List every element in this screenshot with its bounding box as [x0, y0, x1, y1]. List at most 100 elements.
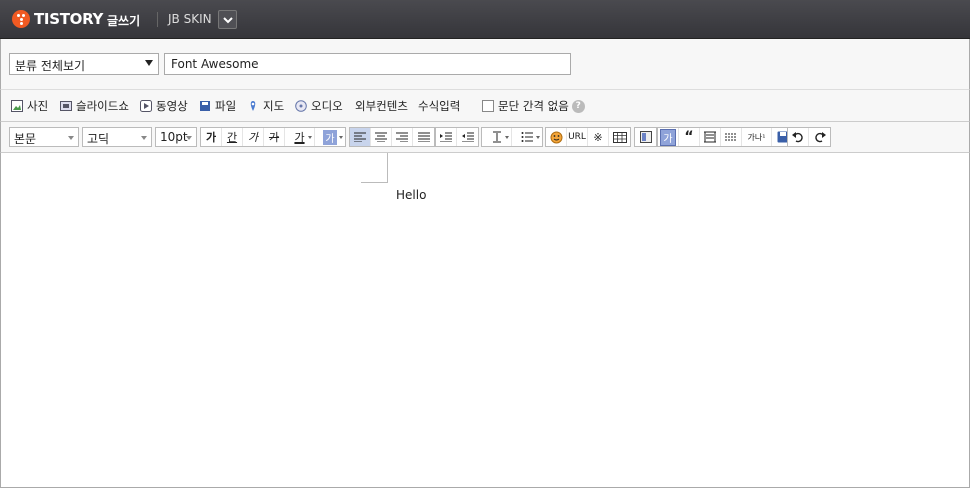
- align-justify-button[interactable]: [413, 128, 434, 146]
- font-color-glyph: 가: [294, 131, 305, 144]
- attach-file-button[interactable]: 파일: [199, 99, 236, 113]
- no-paragraph-spacing-option[interactable]: 문단 간격 없음 ?: [482, 99, 585, 113]
- title-input[interactable]: Font Awesome: [164, 53, 571, 75]
- dropdown-arrow-icon: [308, 136, 312, 139]
- list-button[interactable]: [512, 128, 542, 146]
- undo-button[interactable]: [788, 128, 809, 146]
- help-icon[interactable]: ?: [571, 99, 585, 113]
- align-right-button[interactable]: [392, 128, 413, 146]
- align-center-icon: [375, 132, 387, 142]
- outdent-icon: [461, 132, 474, 142]
- strikethrough-button[interactable]: 가: [264, 128, 285, 146]
- horizontal-rule-icon: [725, 133, 737, 141]
- attach-photo-button[interactable]: 사진: [11, 99, 48, 113]
- photo-icon: [11, 100, 23, 112]
- table-button[interactable]: [609, 128, 630, 146]
- attach-audio-button[interactable]: 오디오: [295, 99, 343, 113]
- chevron-down-icon: [223, 17, 233, 24]
- indent-icon: [440, 132, 452, 142]
- dropdown-arrow-icon: [145, 60, 153, 66]
- no-paragraph-spacing-label: 문단 간격 없음: [498, 99, 569, 113]
- align-justify-icon: [417, 132, 430, 142]
- outdent-button[interactable]: [457, 128, 478, 146]
- undo-icon: [792, 132, 803, 143]
- dropdown-arrow-icon: [536, 136, 540, 139]
- italic-button[interactable]: 가: [243, 128, 264, 146]
- layout-icon: [639, 131, 652, 143]
- quote-icon: “: [684, 129, 694, 145]
- blog-select-button[interactable]: [218, 10, 237, 29]
- font-size-select[interactable]: 10pt: [155, 127, 197, 147]
- emoticon-button[interactable]: [546, 128, 567, 146]
- indent-button[interactable]: [436, 128, 457, 146]
- redo-button[interactable]: [809, 128, 830, 146]
- audio-icon: [295, 100, 307, 112]
- editor-content[interactable]: Hello: [396, 188, 426, 202]
- redo-icon: [814, 132, 826, 143]
- table-icon: [612, 131, 627, 143]
- attach-external-content-label: 외부컨텐츠: [355, 99, 408, 113]
- attach-file-label: 파일: [215, 99, 237, 113]
- format-toolbar: 본문 고딕 10pt 가 간 가 가 가 가 URL ※ 가 “ 가나¹: [0, 122, 970, 153]
- numbered-list-icon: [521, 132, 533, 142]
- html-mode-button[interactable]: [635, 128, 656, 146]
- box-button[interactable]: [700, 128, 721, 146]
- special-character-button[interactable]: ※: [588, 128, 609, 146]
- font-color-button[interactable]: 가: [285, 128, 315, 146]
- align-center-button[interactable]: [371, 128, 392, 146]
- spacing-list-group: [481, 127, 543, 147]
- category-select-value: 분류 전체보기: [15, 59, 86, 73]
- font-family-select[interactable]: 고딕: [82, 127, 152, 147]
- alignment-group: [349, 127, 435, 147]
- editor-area[interactable]: Hello: [0, 153, 970, 488]
- post-meta-row: 분류 전체보기 Font Awesome: [0, 39, 970, 90]
- indent-group: [435, 127, 479, 147]
- no-paragraph-spacing-checkbox[interactable]: [482, 100, 494, 112]
- horizontal-rule-button[interactable]: [721, 128, 742, 146]
- attach-formula-label: 수식입력: [418, 99, 461, 113]
- category-select[interactable]: 분류 전체보기: [9, 53, 159, 75]
- dropdown-arrow-icon: [186, 136, 192, 140]
- custom-tag-button[interactable]: 가: [658, 128, 679, 146]
- top-bar: TISTORY 글쓰기 JB SKIN: [0, 0, 970, 39]
- line-height-button[interactable]: [482, 128, 512, 146]
- attachment-toolbar: 사진 슬라이드쇼 동영상 파일 지도 오디오 외부컨텐츠 수식입력 문단 간격 …: [0, 90, 970, 122]
- attach-formula-button[interactable]: 수식입력: [418, 99, 460, 113]
- align-left-icon: [354, 132, 366, 142]
- paragraph-style-value: 본문: [14, 132, 37, 146]
- align-right-icon: [396, 132, 408, 142]
- align-left-button[interactable]: [350, 128, 371, 146]
- margin-guide: [387, 153, 388, 182]
- bold-button[interactable]: 가: [201, 128, 222, 146]
- dropdown-arrow-icon: [339, 136, 343, 139]
- tistory-logo-icon[interactable]: [12, 10, 30, 28]
- blog-name[interactable]: JB SKIN: [168, 12, 212, 26]
- attach-video-button[interactable]: 동영상: [140, 99, 188, 113]
- map-pin-icon: [247, 100, 259, 112]
- attach-slideshow-button[interactable]: 슬라이드쇼: [60, 99, 129, 113]
- font-family-value: 고딕: [87, 132, 110, 146]
- slideshow-icon: [60, 100, 72, 112]
- paragraph-style-select[interactable]: 본문: [9, 127, 79, 147]
- line-height-icon: [492, 131, 501, 143]
- underline-button[interactable]: 간: [222, 128, 243, 146]
- divider: [157, 12, 158, 27]
- logo-text[interactable]: TISTORY: [34, 10, 103, 28]
- page-title: 글쓰기: [107, 14, 141, 28]
- attach-map-button[interactable]: 지도: [247, 99, 284, 113]
- attach-external-content-button[interactable]: 외부컨텐츠: [355, 99, 408, 113]
- history-group: [787, 127, 831, 147]
- dropdown-arrow-icon: [141, 136, 147, 140]
- more-button[interactable]: 가나¹: [742, 128, 772, 146]
- background-color-button[interactable]: 가: [315, 128, 345, 146]
- block-group: 가 “ 가나¹: [657, 127, 794, 147]
- quote-button[interactable]: “: [679, 128, 700, 146]
- attach-slideshow-label: 슬라이드쇼: [76, 99, 129, 113]
- insert-group: URL ※: [545, 127, 631, 147]
- attach-map-label: 지도: [263, 99, 285, 113]
- dropdown-arrow-icon: [505, 136, 509, 139]
- link-url-button[interactable]: URL: [567, 128, 588, 146]
- attach-audio-label: 오디오: [311, 99, 343, 113]
- font-size-value: 10pt: [160, 130, 188, 144]
- smiley-icon: [550, 131, 562, 143]
